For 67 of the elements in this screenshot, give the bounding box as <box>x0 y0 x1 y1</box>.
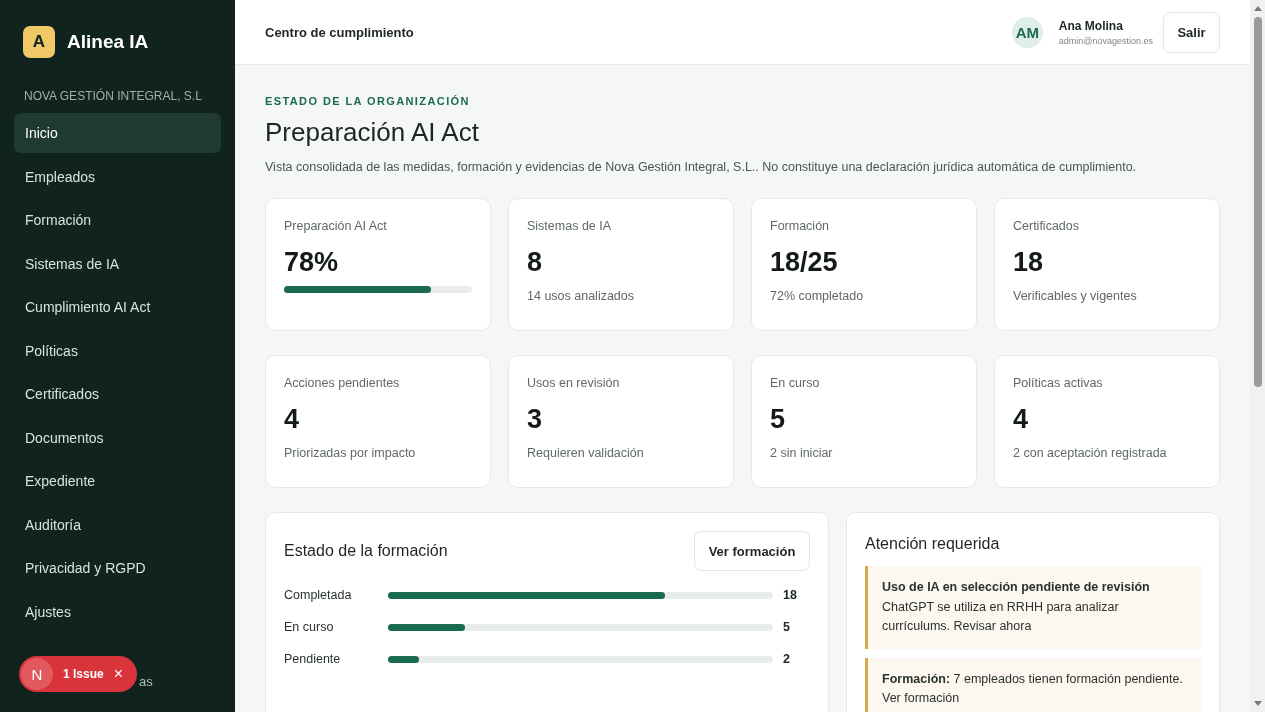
stat-value: 3 <box>527 404 544 435</box>
sidebar-item[interactable]: Empleados <box>14 156 221 197</box>
sidebar-item[interactable]: Auditoría <box>14 504 221 545</box>
sidebar-item[interactable]: Sistemas de IA <box>14 243 221 284</box>
sidebar-item[interactable]: Inicio <box>14 113 221 153</box>
alert-text: ChatGPT se utiliza en RRHH para analizar currículums. Revisar ahora <box>882 598 1120 635</box>
panel-title: Atención requerida <box>865 535 1001 553</box>
stat-note: 2 con aceptación registrada <box>1013 446 1168 460</box>
section-eyebrow: ESTADO DE LA ORGANIZACIÓN <box>265 95 471 107</box>
stat-value: 4 <box>1013 404 1030 435</box>
scroll-up-icon[interactable] <box>1253 6 1262 11</box>
user-name: Ana Molina <box>1058 18 1124 33</box>
user-avatar: AM <box>1011 16 1043 48</box>
logout-button[interactable]: Salir <box>1163 11 1220 53</box>
stat-label: Preparación AI Act <box>284 219 388 233</box>
stat-note: 2 sin iniciar <box>770 446 834 460</box>
stat-note: 72% completado <box>770 289 865 303</box>
bar-count: 5 <box>782 620 791 634</box>
stat-value: 4 <box>284 404 301 435</box>
page-title: Preparación AI Act <box>265 117 480 148</box>
sidebar-item[interactable]: Privacidad y RGPD <box>14 548 221 588</box>
stat-value: 78% <box>284 247 340 278</box>
user-email: admin@novagestion.es <box>1058 35 1153 46</box>
alert-title: Uso de IA en selección pendiente de revisión <box>882 579 1151 596</box>
bar-count: 2 <box>782 652 791 666</box>
stat-label: Formación <box>770 219 831 233</box>
stat-note: Verificables y vigentes <box>1013 289 1138 303</box>
page-description: Vista consolidada de las medidas, formación y evidencias de Nova Gestión Integral, S.L.. No constituye una declaración jurídica automática de cumplimiento. <box>265 160 1138 174</box>
stat-value: 8 <box>527 247 544 278</box>
dev-logo-icon: N <box>21 658 53 690</box>
bar-count: 18 <box>782 588 798 602</box>
stat-note: Requieren validación <box>527 446 645 460</box>
sidebar-footer-text: as <box>139 674 153 689</box>
sidebar-item[interactable]: Certificados <box>14 374 221 414</box>
brand-name: Alinea IA <box>67 31 149 53</box>
stat-label: En curso <box>770 376 821 390</box>
header-title: Centro de cumplimiento <box>265 24 415 40</box>
bar-label: Pendiente <box>284 652 342 666</box>
stat-value: 5 <box>770 404 787 435</box>
sidebar-item[interactable]: Expediente <box>14 461 221 501</box>
stat-label: Sistemas de IA <box>527 219 613 233</box>
close-icon[interactable]: × <box>113 665 124 683</box>
sidebar-item[interactable]: Ajustes <box>14 591 221 632</box>
scrollbar[interactable] <box>1250 0 1265 712</box>
stat-label: Acciones pendientes <box>284 376 401 390</box>
alert-text: Formación: 7 empleados tienen formación pendiente. Ver formación <box>882 670 1184 707</box>
issue-badge[interactable]: N 1 Issue × <box>19 656 137 692</box>
view-training-button[interactable]: Ver formación <box>694 531 810 571</box>
stat-value: 18/25 <box>770 247 839 278</box>
sidebar-item[interactable]: Cumplimiento AI Act <box>14 287 221 327</box>
logo-icon: A <box>23 26 55 58</box>
scroll-down-icon[interactable] <box>1253 701 1262 706</box>
bar-label: Completada <box>284 588 353 602</box>
stat-note: 14 usos analizados <box>527 289 636 303</box>
sidebar-item[interactable]: Políticas <box>14 330 221 371</box>
bar-label: En curso <box>284 620 335 634</box>
organization-name: NOVA GESTIÓN INTEGRAL, S.L <box>24 89 203 103</box>
stat-label: Certificados <box>1013 219 1080 233</box>
stat-value: 18 <box>1013 247 1045 278</box>
sidebar-item[interactable]: Documentos <box>14 417 221 458</box>
issue-count: 1 Issue <box>63 667 104 681</box>
scrollbar-thumb[interactable] <box>1253 17 1262 387</box>
stat-note: Priorizadas por impacto <box>284 446 417 460</box>
stat-label: Usos en revisión <box>527 376 621 390</box>
sidebar-item[interactable]: Formación <box>14 200 221 240</box>
panel-title: Estado de la formación <box>284 542 448 560</box>
stat-label: Políticas activas <box>1013 376 1104 390</box>
